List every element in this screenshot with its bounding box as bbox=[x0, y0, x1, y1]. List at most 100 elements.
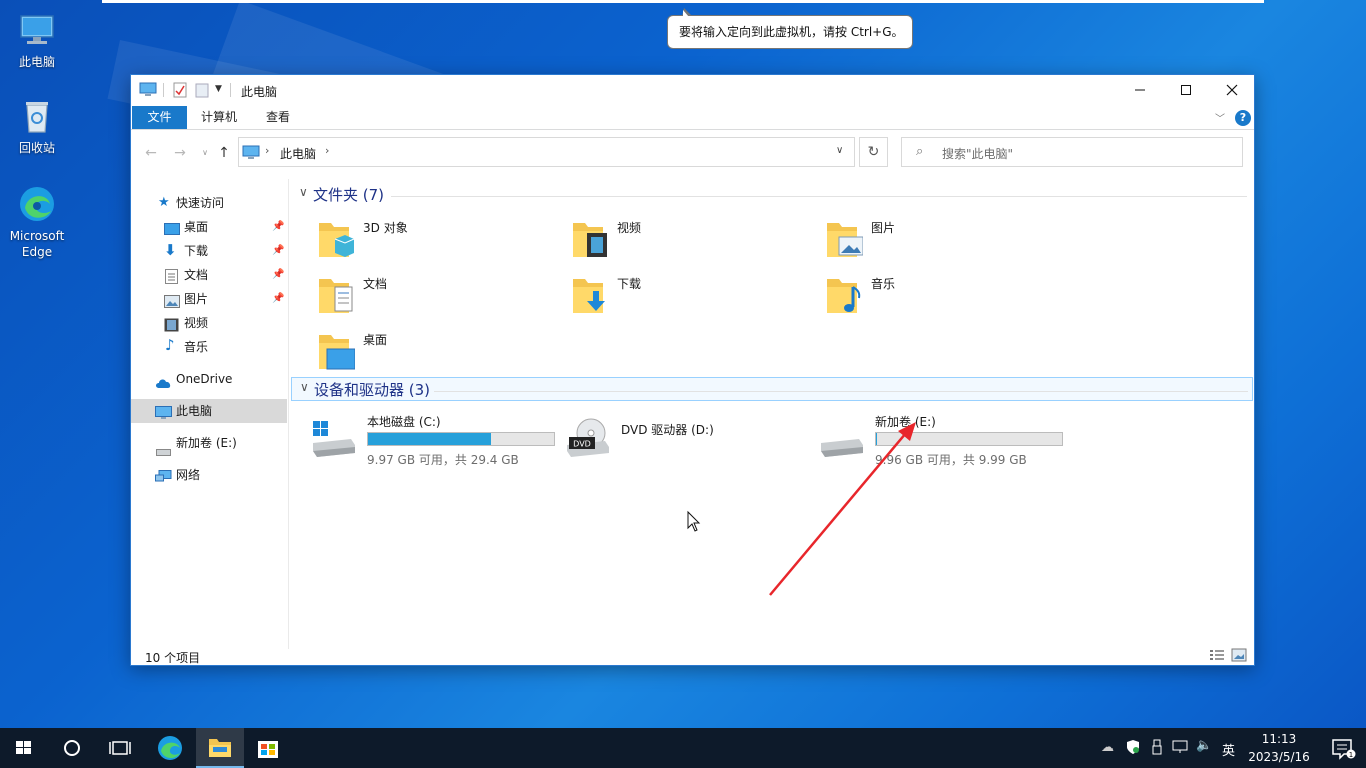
start-button[interactable] bbox=[0, 728, 48, 768]
sidebar-item-quick-access[interactable]: ★ 快速访问 bbox=[131, 191, 287, 215]
search-button[interactable] bbox=[48, 728, 96, 768]
content-pane: ∨ 文件夹 (7) 3D 对象 视频 图片 文档 下载 音乐 桌面 ∨ 设备和驱… bbox=[291, 179, 1255, 649]
desktop-icon bbox=[317, 329, 356, 373]
cloud-icon bbox=[155, 373, 171, 388]
back-arrow-icon[interactable]: ← bbox=[141, 143, 161, 163]
refresh-button[interactable]: ↻ bbox=[859, 137, 888, 167]
security-shield-icon[interactable] bbox=[1126, 739, 1140, 758]
action-center-button[interactable]: 1 bbox=[1318, 728, 1366, 768]
capacity-fill bbox=[368, 433, 491, 445]
desktop-recycle-bin[interactable]: 回收站 bbox=[1, 96, 73, 156]
windows-drive-icon bbox=[311, 421, 357, 460]
network-icon[interactable] bbox=[1172, 740, 1188, 757]
sidebar-item-videos[interactable]: 视频 bbox=[131, 311, 287, 335]
clock-date: 2023/5/16 bbox=[1248, 750, 1310, 764]
tab-file[interactable]: 文件 bbox=[132, 106, 187, 129]
music-note-icon: ♪ bbox=[165, 336, 175, 354]
chevron-down-icon: ∨ bbox=[300, 380, 309, 394]
sidebar-item-new-volume[interactable]: 新加卷 (E:) bbox=[131, 431, 287, 456]
capacity-fill bbox=[876, 433, 877, 445]
tab-view[interactable]: 查看 bbox=[253, 106, 303, 129]
item-count: 10 个项目 bbox=[145, 651, 201, 665]
pin-icon[interactable]: 📌 bbox=[272, 215, 284, 239]
pin-icon[interactable]: 📌 bbox=[272, 263, 284, 287]
breadcrumb[interactable]: 此电脑 bbox=[280, 145, 316, 162]
search-input[interactable]: ⌕ 搜索"此电脑" bbox=[901, 137, 1243, 167]
breadcrumb-chevron-icon[interactable]: › bbox=[325, 144, 329, 157]
usb-icon[interactable] bbox=[1152, 739, 1162, 758]
folder-3d-objects[interactable]: 3D 对象 bbox=[317, 215, 557, 267]
customize-qa-dropdown-icon[interactable]: ▼ bbox=[215, 84, 222, 94]
volume-icon[interactable]: 🔈 bbox=[1196, 738, 1212, 753]
expand-ribbon-icon[interactable]: ﹀ bbox=[1215, 110, 1225, 125]
group-header-devices[interactable]: ∨ 设备和驱动器 (3) bbox=[291, 377, 1253, 401]
taskbar-file-explorer[interactable] bbox=[196, 728, 244, 768]
large-icons-view-icon[interactable] bbox=[1231, 648, 1247, 665]
close-button[interactable] bbox=[1209, 75, 1255, 105]
up-arrow-icon[interactable]: ↑ bbox=[214, 143, 234, 163]
group-header-folders[interactable]: ∨ 文件夹 (7) bbox=[291, 183, 1253, 207]
tab-computer[interactable]: 计算机 bbox=[191, 106, 247, 129]
taskbar-store[interactable] bbox=[244, 728, 292, 768]
sidebar-item-downloads[interactable]: ⬇ 下载 📌 bbox=[131, 239, 287, 263]
clock[interactable]: 11:13 2023/5/16 bbox=[1238, 730, 1320, 766]
dvd-drive-icon: DVD bbox=[565, 417, 611, 462]
vm-top-strip bbox=[102, 0, 1264, 3]
drive-c[interactable]: 本地磁盘 (C:) 9.97 GB 可用，共 29.4 GB bbox=[311, 411, 561, 467]
svg-text:DVD: DVD bbox=[573, 440, 591, 449]
details-view-icon[interactable] bbox=[1209, 648, 1225, 665]
network-icon bbox=[155, 468, 172, 482]
drive-icon bbox=[819, 421, 865, 460]
sidebar-item-music[interactable]: ♪ 音乐 bbox=[131, 335, 287, 359]
folder-downloads[interactable]: 下载 bbox=[571, 271, 811, 323]
desktop-edge[interactable]: Microsoft Edge bbox=[1, 184, 73, 260]
properties-icon[interactable] bbox=[173, 82, 187, 101]
search-icon: ⌕ bbox=[916, 144, 924, 159]
computer-icon bbox=[155, 404, 172, 419]
3d-objects-icon bbox=[317, 217, 355, 261]
desktop-this-pc[interactable]: 此电脑 bbox=[1, 10, 73, 70]
tooltip-text: 要将输入定向到此虚拟机，请按 Ctrl+G。 bbox=[679, 25, 904, 39]
ribbon-tabs: 文件 计算机 查看 ﹀ ? bbox=[131, 106, 1254, 129]
cloud-offline-icon[interactable]: ☁ bbox=[1101, 740, 1114, 755]
folder-documents[interactable]: 文档 bbox=[317, 271, 557, 323]
help-icon[interactable]: ? bbox=[1235, 110, 1251, 126]
minimize-button[interactable] bbox=[1117, 75, 1163, 105]
task-view-button[interactable] bbox=[96, 728, 144, 768]
capacity-bar bbox=[875, 432, 1063, 446]
drive-d-dvd[interactable]: DVD DVD 驱动器 (D:) bbox=[565, 411, 815, 467]
sidebar-item-desktop[interactable]: 桌面 📌 bbox=[131, 215, 287, 239]
desktop-folder-icon bbox=[164, 220, 180, 235]
sidebar-item-network[interactable]: 网络 bbox=[131, 463, 287, 487]
desktop-icon-label: 此电脑 bbox=[18, 55, 55, 69]
download-arrow-icon: ⬇ bbox=[164, 241, 177, 259]
address-dropdown-icon[interactable]: ∨ bbox=[836, 145, 843, 156]
drive-e[interactable]: 新加卷 (E:) 9.96 GB 可用，共 9.99 GB bbox=[819, 411, 1069, 467]
taskbar-edge[interactable] bbox=[146, 728, 194, 768]
sidebar-item-documents[interactable]: 文档 📌 bbox=[131, 263, 287, 287]
recycle-bin-icon bbox=[17, 96, 57, 136]
recent-locations-icon[interactable]: ∨ bbox=[195, 143, 215, 163]
system-tray: ☁ 🔈 英 bbox=[1100, 728, 1240, 768]
folder-desktop[interactable]: 桌面 bbox=[317, 327, 557, 379]
address-bar[interactable]: › 此电脑 › ∨ bbox=[238, 137, 855, 167]
folder-videos[interactable]: 视频 bbox=[571, 215, 811, 267]
pin-icon[interactable]: 📌 bbox=[272, 239, 284, 263]
sidebar-item-onedrive[interactable]: OneDrive bbox=[131, 367, 287, 391]
navigation-pane: ★ 快速访问 桌面 📌 ⬇ 下载 📌 文档 📌 图片 📌 视频 ♪ 音乐 One… bbox=[131, 179, 289, 649]
sidebar-item-pictures[interactable]: 图片 📌 bbox=[131, 287, 287, 311]
folder-pictures[interactable]: 图片 bbox=[825, 215, 1065, 267]
clock-time: 11:13 bbox=[1261, 732, 1297, 746]
folder-music[interactable]: 音乐 bbox=[825, 271, 1065, 323]
chevron-down-icon: ∨ bbox=[299, 185, 308, 199]
input-method-indicator[interactable]: 英 bbox=[1222, 740, 1235, 759]
forward-arrow-icon[interactable]: → bbox=[170, 143, 190, 163]
documents-icon bbox=[317, 273, 355, 317]
maximize-button[interactable] bbox=[1163, 75, 1209, 105]
pin-icon[interactable]: 📌 bbox=[272, 287, 284, 311]
sidebar-item-this-pc[interactable]: 此电脑 bbox=[131, 399, 287, 423]
star-icon: ★ bbox=[158, 195, 170, 210]
film-icon bbox=[164, 316, 180, 332]
new-folder-icon[interactable] bbox=[195, 82, 209, 101]
title-bar[interactable]: ▼ 此电脑 bbox=[131, 75, 1254, 105]
